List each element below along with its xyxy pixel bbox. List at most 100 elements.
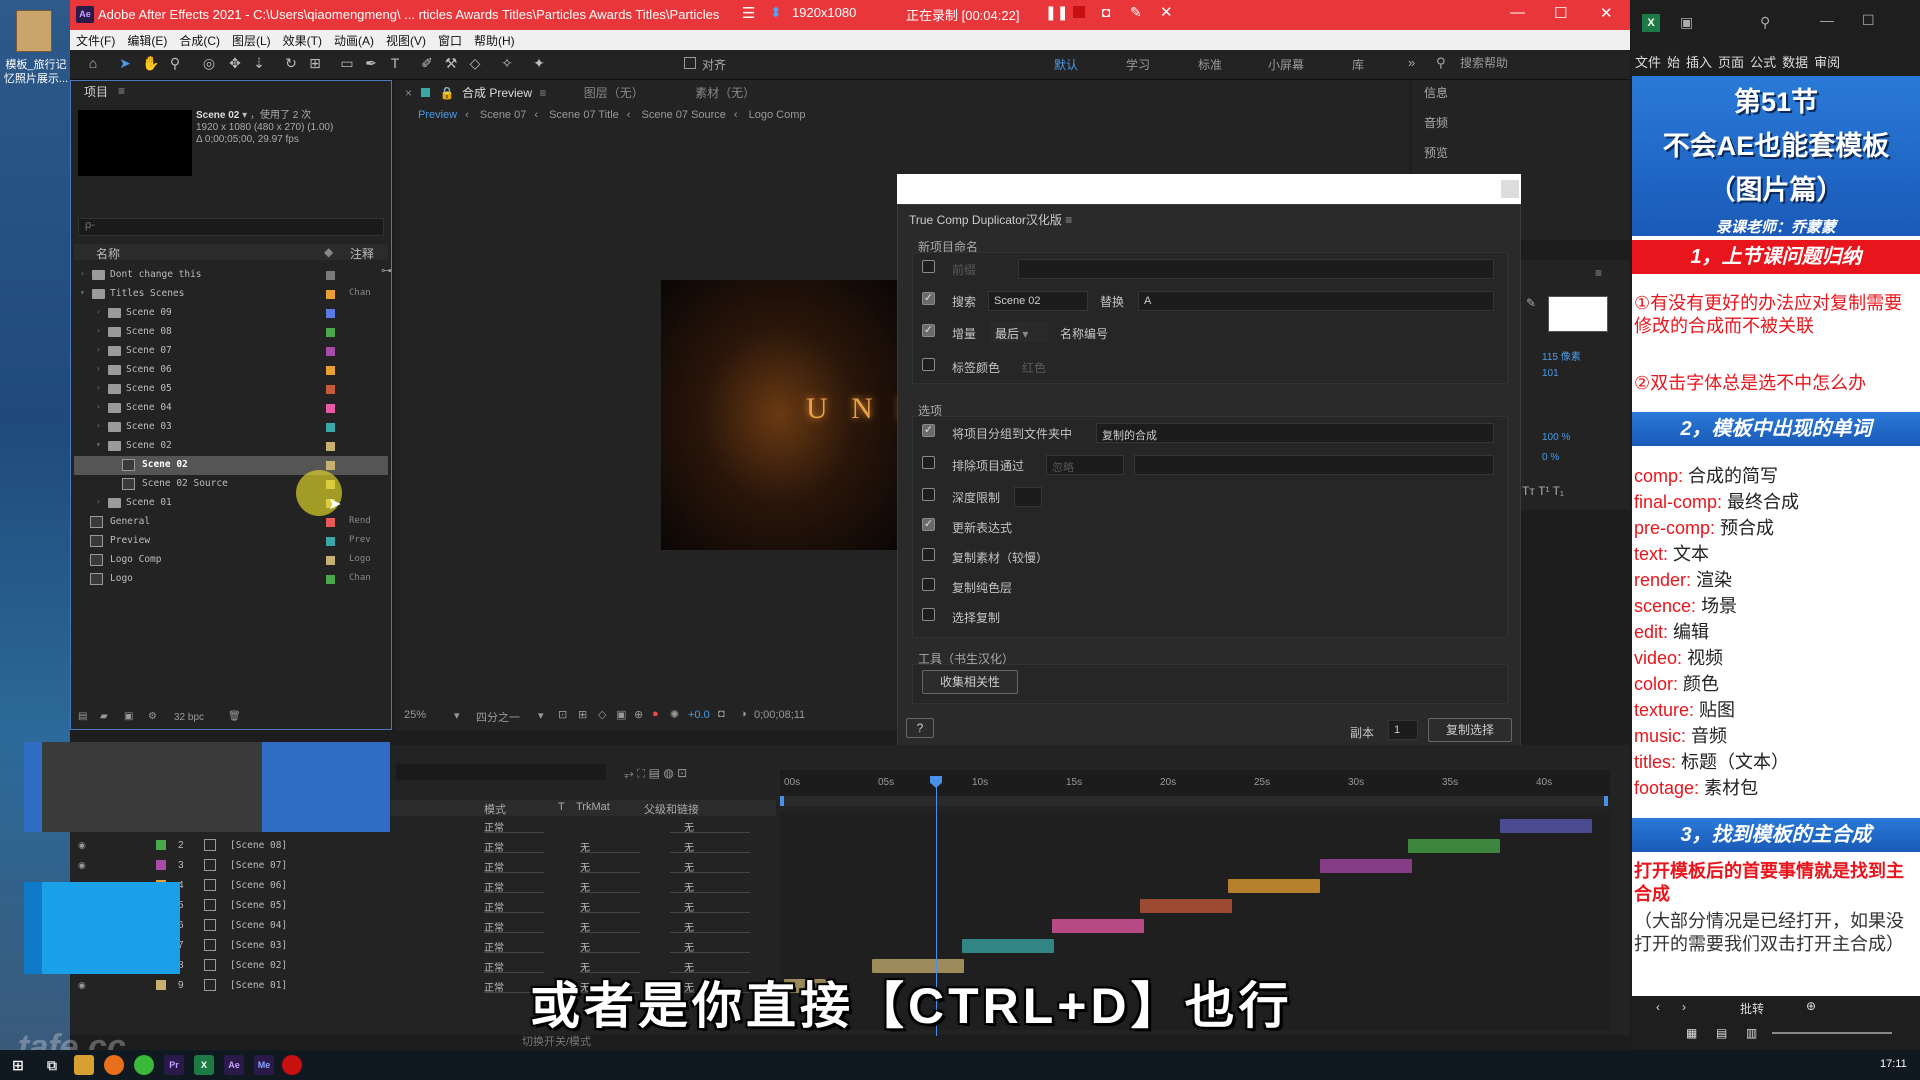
firefox-icon[interactable] bbox=[104, 1055, 124, 1075]
normal-view-icon[interactable]: ▦ bbox=[1686, 1026, 1697, 1040]
eraser-tool-icon[interactable]: ◇ bbox=[466, 54, 484, 72]
menu-animation[interactable]: 动画(A) bbox=[328, 30, 380, 51]
stop-icon[interactable] bbox=[1073, 6, 1085, 18]
label-color-swatch[interactable] bbox=[326, 328, 335, 337]
project-folder-row[interactable]: › Scene 03 bbox=[74, 418, 388, 437]
layer-trkmat-select[interactable]: 无 bbox=[580, 879, 640, 894]
zoom-tool-icon[interactable]: ⚲ bbox=[166, 54, 184, 72]
exposure-reset-icon[interactable]: ✺ bbox=[670, 708, 679, 721]
interpret-footage-icon[interactable]: ▤ bbox=[78, 711, 87, 722]
rotate-tool-icon[interactable]: ↻ bbox=[282, 54, 300, 72]
visibility-eye-icon[interactable]: ◉ bbox=[78, 840, 90, 850]
guides-icon[interactable]: ▣ bbox=[616, 708, 626, 721]
breadcrumb-scene07-source[interactable]: Scene 07 Source bbox=[634, 109, 734, 121]
roto-brush-tool-icon[interactable]: ✧ bbox=[498, 54, 516, 72]
sheet-prev-icon[interactable]: ‹ bbox=[1656, 1000, 1660, 1014]
page-layout-icon[interactable]: ▤ bbox=[1716, 1026, 1727, 1040]
column-name[interactable]: 名称 bbox=[96, 245, 120, 262]
project-settings-icon[interactable]: ⚙ bbox=[148, 711, 157, 722]
file-explorer-icon[interactable] bbox=[74, 1055, 94, 1075]
menu-effect[interactable]: 效果(T) bbox=[277, 30, 328, 51]
menu-layer[interactable]: 图层(L) bbox=[226, 30, 277, 51]
label-color-swatch[interactable] bbox=[326, 347, 335, 356]
layer-name[interactable]: [Scene 06] bbox=[230, 880, 287, 891]
anchor-tool-icon[interactable]: ⊞ bbox=[306, 54, 324, 72]
zoom-select[interactable]: 25% bbox=[404, 709, 426, 721]
menu-window[interactable]: 窗口 bbox=[432, 30, 468, 51]
timeline-layer-row[interactable]: ◉ 2 [Scene 08] 正常 无 无 bbox=[74, 836, 774, 856]
prefix-input[interactable] bbox=[1018, 259, 1494, 279]
layer-label-color[interactable] bbox=[156, 840, 166, 850]
label-color-swatch[interactable] bbox=[326, 556, 335, 565]
search-value-input[interactable]: Scene 02 bbox=[988, 291, 1088, 311]
breadcrumb-scene07[interactable]: Scene 07 bbox=[472, 109, 534, 121]
disclosure-triangle-icon[interactable]: › bbox=[96, 383, 101, 392]
project-folder-row[interactable]: › Scene 08 bbox=[74, 323, 388, 342]
ribbon-tab-file[interactable]: 文件 bbox=[1632, 46, 1664, 77]
tab-composition[interactable]: 合成 Preview bbox=[462, 86, 532, 100]
menu-view[interactable]: 视图(V) bbox=[380, 30, 432, 51]
layer-mode-select[interactable]: 正常 bbox=[484, 939, 544, 954]
duplicate-solids-checkbox[interactable] bbox=[922, 578, 935, 591]
project-folder-row[interactable]: ▾ Scene 02 bbox=[74, 437, 388, 456]
help-button[interactable]: ? bbox=[906, 718, 934, 738]
project-comp-row[interactable]: Logo Comp Logo bbox=[74, 551, 388, 570]
layer-trkmat-select[interactable]: 无 bbox=[580, 859, 640, 874]
after-effects-taskbar-icon[interactable]: Ae bbox=[224, 1055, 244, 1075]
label-color-swatch[interactable] bbox=[326, 309, 335, 318]
label-color-swatch[interactable] bbox=[326, 518, 335, 527]
sheet-next-icon[interactable]: › bbox=[1682, 1000, 1686, 1014]
align-checkbox[interactable] bbox=[684, 57, 696, 69]
layer-duration-bar[interactable] bbox=[1320, 859, 1412, 873]
char-panel-menu-icon[interactable]: ≡ bbox=[1595, 266, 1602, 280]
layer-name[interactable]: [Scene 02] bbox=[230, 960, 287, 971]
col-t[interactable]: T bbox=[558, 801, 565, 813]
exclude-mode-select[interactable]: 忽略 bbox=[1046, 455, 1124, 475]
breadcrumb-logo-comp[interactable]: Logo Comp bbox=[741, 109, 814, 121]
label-color-checkbox[interactable] bbox=[922, 358, 935, 371]
excel-save-icon[interactable]: ▣ bbox=[1680, 14, 1693, 31]
ribbon-tab-home[interactable]: 始 bbox=[1664, 46, 1683, 77]
dialog-close-button[interactable] bbox=[1501, 180, 1519, 198]
layer-parent-select[interactable]: 无 bbox=[670, 879, 750, 894]
increment-select[interactable]: 最后 ▾ bbox=[990, 322, 1048, 342]
menu-icon[interactable]: ☰ bbox=[742, 4, 755, 22]
label-color-swatch[interactable] bbox=[326, 271, 335, 280]
menu-composition[interactable]: 合成(C) bbox=[173, 30, 226, 51]
region-of-interest-icon[interactable]: ⊡ bbox=[558, 708, 567, 721]
ribbon-tab-formula[interactable]: 公式 bbox=[1747, 46, 1779, 77]
layer-trkmat-select[interactable]: 无 bbox=[580, 899, 640, 914]
layer-duration-bar[interactable] bbox=[1140, 899, 1232, 913]
menu-file[interactable]: 文件(F) bbox=[70, 30, 121, 51]
font-size-value[interactable]: 115 像素 bbox=[1542, 348, 1581, 363]
layer-duration-bar[interactable] bbox=[962, 939, 1054, 953]
comment-label[interactable]: 批转 bbox=[1740, 1000, 1764, 1017]
workspace-small-screen[interactable]: 小屏幕 bbox=[1268, 56, 1304, 73]
selection-tool-icon[interactable]: ➤ bbox=[116, 54, 134, 72]
resolution-dropdown-icon[interactable]: ▾ bbox=[538, 709, 544, 722]
depth-limit-checkbox[interactable] bbox=[922, 488, 935, 501]
pan-tool-icon[interactable]: ✥ bbox=[226, 54, 244, 72]
audio-tab[interactable]: 音频 bbox=[1424, 114, 1448, 131]
replace-value-input[interactable]: A bbox=[1138, 291, 1494, 311]
layer-trkmat-select[interactable]: 无 bbox=[580, 839, 640, 854]
project-comp-row[interactable]: Logo Chan bbox=[74, 570, 388, 589]
delete-icon[interactable]: 🗑 bbox=[228, 711, 241, 722]
label-color-select[interactable]: 红色 bbox=[1022, 359, 1046, 376]
snapshot-icon[interactable]: ◘ bbox=[718, 708, 725, 720]
vertical-scale-value[interactable]: 100 % bbox=[1542, 432, 1570, 443]
ribbon-tab-page[interactable]: 页面 bbox=[1715, 46, 1747, 77]
excel-search-icon[interactable]: ⚲ bbox=[1760, 14, 1770, 31]
dialog-menu-icon[interactable]: ≡ bbox=[1065, 213, 1072, 227]
label-color-swatch[interactable] bbox=[326, 290, 335, 299]
project-comp-row[interactable]: General Rend bbox=[74, 513, 388, 532]
layer-parent-select[interactable]: 无 bbox=[670, 939, 750, 954]
layer-mode-select[interactable]: 正常 bbox=[484, 899, 544, 914]
disclosure-triangle-icon[interactable]: ▾ bbox=[80, 288, 85, 297]
page-break-icon[interactable]: ▥ bbox=[1746, 1026, 1757, 1040]
label-color-swatch[interactable] bbox=[326, 366, 335, 375]
clone-stamp-tool-icon[interactable]: ⚒ bbox=[442, 54, 460, 72]
layer-duration-bar[interactable] bbox=[1408, 839, 1500, 853]
visibility-eye-icon[interactable]: ◉ bbox=[78, 980, 90, 990]
label-color-swatch[interactable] bbox=[326, 461, 335, 470]
